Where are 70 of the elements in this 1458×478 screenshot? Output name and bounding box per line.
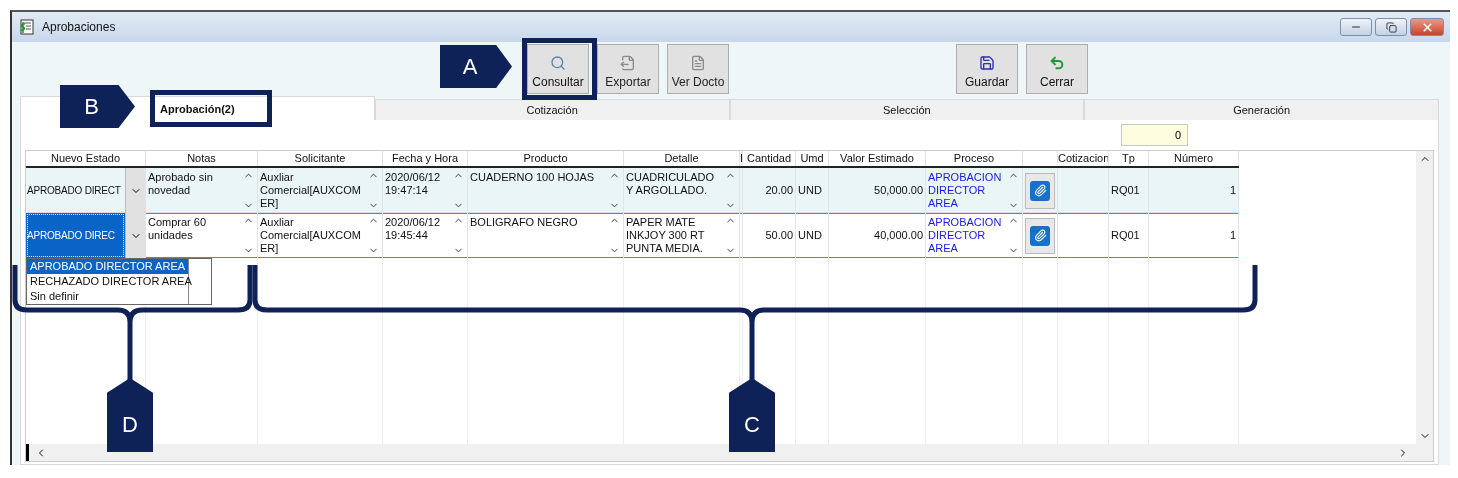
column-header[interactable]: Producto [468,151,624,166]
table-row[interactable]: APROBADO DIRECT Aprobado sin novedad Auxliar Comercial[AUXCOM ER] 2020/06/12 19:47:14 CUADERNO 100 HOJAS CUADRICULADO Y ARGOLLADO. 20.00 UND 50,000.00 APROBACION DIRECTOR AREA RQ01 1 [26,168,1239,213]
table-cell-text: BOLIGRAFO NEGRO [469,215,579,230]
table-cell-text: 2020/06/12 19:47:14 [384,170,442,198]
table-cell-text: RQ01 [1110,228,1141,243]
spreadsheet-icon [18,19,34,35]
tab[interactable]: Cotización [526,104,578,116]
column-header[interactable]: Cantidad [743,151,796,166]
close-icon [1420,20,1434,34]
table-cell-text: 20.00 [764,183,794,198]
column-header[interactable]: Solicitante [258,151,383,166]
attach-button[interactable] [1025,172,1055,209]
column-header[interactable]: Detalle [624,151,740,166]
table-cell-text: 2020/06/12 19:45:44 [384,215,442,243]
table-cell-text: Comprar 60 unidades [147,215,208,243]
vertical-scrollbar[interactable] [1416,151,1433,444]
process-link[interactable]: APROBACION DIRECTOR AREA [926,168,1005,213]
restore-icon [1385,21,1397,33]
process-link[interactable]: APROBACION DIRECTOR AREA [926,213,1005,258]
table-cell-text: 40,000.00 [873,228,924,243]
column-header[interactable]: Proceso [926,151,1023,166]
column-header[interactable]: Notas [146,151,258,166]
save-icon [979,55,995,71]
column-header[interactable]: Número [1149,151,1239,166]
table-cell-text: UND [797,183,823,198]
column-header[interactable]: Cotizacion [1058,151,1109,166]
column-header[interactable]: Tp [1109,151,1149,166]
table-cell-text: 1 [1228,183,1237,198]
table-cell-text: 1 [1228,228,1237,243]
column-header[interactable]: I [740,151,743,166]
close-button[interactable] [1410,18,1444,36]
attach-button[interactable] [1025,217,1055,254]
table-cell-text: 50.00 [764,228,794,243]
callout-label: D [107,378,153,452]
table-row[interactable]: APROBADO DIREC Comprar 60 unidades Auxliar Comercial[AUXCOM ER] 2020/06/12 19:45:44 BOLIGRAFO NEGRO PAPER MATE INKJOY 300 RT PUNTA MEDIA. 50.00 UND 40,000.00 APROBACION DIRECTOR AREA RQ01 1 [26,213,1239,258]
table-cell-text: UND [797,228,823,243]
table-cell-text: CUADERNO 100 HOJAS [469,170,596,185]
tab[interactable]: Selección [883,104,931,116]
callout-label: A [440,45,512,88]
column-header[interactable]: Nuevo Estado [26,151,146,166]
table-cell-text: Auxliar Comercial[AUXCOM ER] [259,215,362,256]
table-cell-text: CUADRICULADO Y ARGOLLADO. [625,170,715,198]
horizontal-scrollbar[interactable] [26,444,1433,461]
column-header[interactable]: Umd [796,151,829,166]
table-cell-text: RQ01 [1110,183,1141,198]
undo-icon [1049,55,1065,71]
callout-label: C [729,378,775,452]
tab[interactable]: Generación [1233,104,1291,116]
restore-button[interactable] [1375,18,1407,36]
paperclip-icon [1033,184,1047,197]
export-icon [620,55,636,71]
status-field[interactable]: APROBADO DIREC [26,213,125,258]
toolbar-button[interactable]: Cerrar [1026,44,1088,94]
counter-field[interactable]: 0 [1121,124,1188,146]
status-field[interactable]: APROBADO DIRECT [26,181,125,200]
table-cell-text: PAPER MATE INKJOY 300 RT PUNTA MEDIA. [625,215,706,256]
tab[interactable]: Aprobación(2) [160,102,235,115]
document-icon [690,55,706,71]
toolbar-button[interactable]: Guardar [956,44,1018,94]
column-header[interactable]: Fecha y Hora [383,151,468,166]
table-cell-text: Aprobado sin novedad [147,170,214,198]
table-cell-text: 50,000.00 [873,183,924,198]
column-header[interactable]: Valor Estimado [829,151,926,166]
search-icon [550,55,566,71]
dropdown-option[interactable]: APROBADO DIRECTOR AREA [27,259,188,274]
table-cell-text: Auxliar Comercial[AUXCOM ER] [259,170,362,211]
paperclip-icon [1033,229,1047,242]
window-title: Aprobaciones [42,20,116,34]
toolbar-button[interactable]: Consultar [527,44,589,94]
minimize-button[interactable] [1340,18,1372,36]
